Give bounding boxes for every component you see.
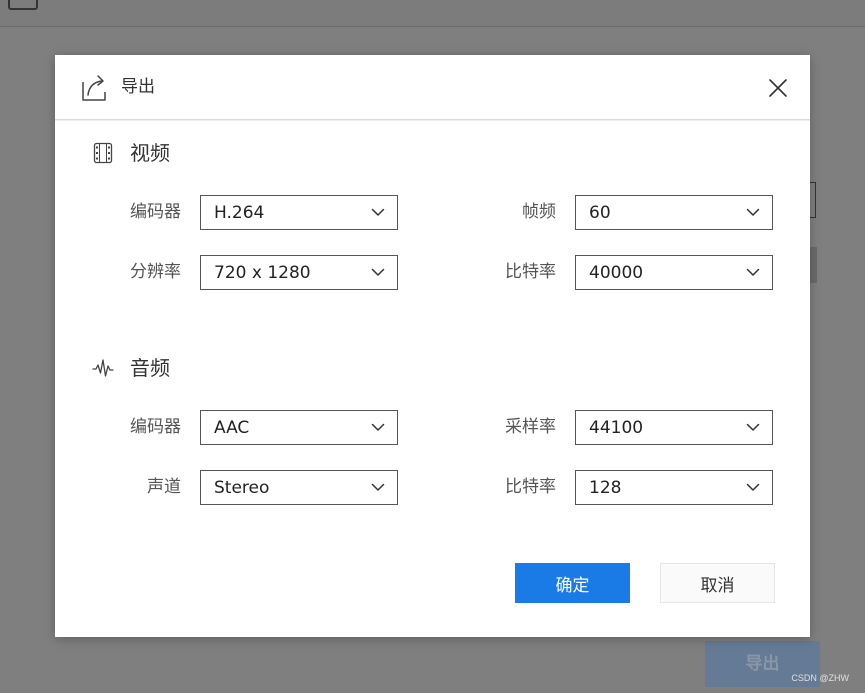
background-app-icon <box>8 0 38 10</box>
audio-samplerate-label: 采样率 <box>505 417 556 437</box>
video-framerate-select[interactable]: 60 <box>575 195 773 230</box>
chevron-down-icon <box>371 483 385 491</box>
video-bitrate-select[interactable]: 40000 <box>575 255 773 290</box>
video-resolution-select[interactable]: 720 x 1280 <box>200 255 398 290</box>
chevron-down-icon <box>746 483 760 491</box>
audio-samplerate-value: 44100 <box>589 418 644 438</box>
video-encoder-label: 编码器 <box>130 202 181 222</box>
chevron-down-icon <box>746 268 760 276</box>
video-resolution-label: 分辨率 <box>130 262 181 282</box>
dialog-title: 导出 <box>121 77 155 97</box>
chevron-down-icon <box>371 423 385 431</box>
watermark: CSDN @ZHW <box>791 673 849 683</box>
dialog-header: 导出 <box>55 55 810 120</box>
audio-encoder-select[interactable]: AAC <box>200 410 398 445</box>
audio-channel-label: 声道 <box>147 477 181 497</box>
background-bar-edge <box>810 247 817 283</box>
background-topbar <box>0 0 865 27</box>
video-bitrate-label: 比特率 <box>505 262 556 282</box>
video-framerate-label: 帧频 <box>522 202 556 222</box>
video-section-title: 视频 <box>130 141 170 165</box>
cancel-button[interactable]: 取消 <box>660 563 775 603</box>
audio-bitrate-value: 128 <box>589 478 622 498</box>
video-framerate-value: 60 <box>589 203 611 223</box>
chevron-down-icon <box>371 268 385 276</box>
video-encoder-value: H.264 <box>214 203 265 223</box>
export-dialog: 导出 视频 编码器 H.264 帧频 60 分辨率 720 x 1280 比特率… <box>55 55 810 637</box>
audio-wave-icon <box>92 359 114 377</box>
close-icon[interactable] <box>765 75 791 101</box>
chevron-down-icon <box>371 208 385 216</box>
audio-encoder-value: AAC <box>214 418 250 438</box>
film-strip-icon <box>93 142 113 164</box>
video-resolution-value: 720 x 1280 <box>214 263 311 283</box>
audio-samplerate-select[interactable]: 44100 <box>575 410 773 445</box>
confirm-button[interactable]: 确定 <box>515 563 630 603</box>
audio-encoder-label: 编码器 <box>130 417 181 437</box>
audio-section-title: 音频 <box>130 356 170 380</box>
video-encoder-select[interactable]: H.264 <box>200 195 398 230</box>
chevron-down-icon <box>746 423 760 431</box>
video-bitrate-value: 40000 <box>589 263 644 283</box>
audio-channel-value: Stereo <box>214 478 270 498</box>
background-input-edge <box>810 182 816 218</box>
audio-bitrate-select[interactable]: 128 <box>575 470 773 505</box>
audio-channel-select[interactable]: Stereo <box>200 470 398 505</box>
chevron-down-icon <box>746 208 760 216</box>
audio-bitrate-label: 比特率 <box>505 477 556 497</box>
export-share-icon <box>82 75 106 101</box>
